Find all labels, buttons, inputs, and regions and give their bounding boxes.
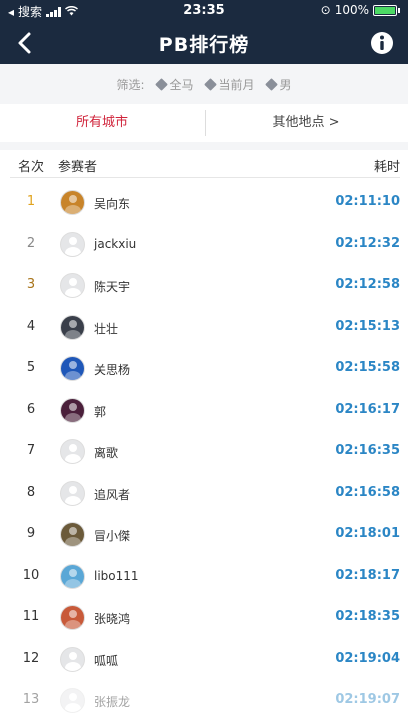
rank-number: 1 <box>26 194 36 209</box>
filter-tag-label: 当前月 <box>218 77 255 92</box>
participant-name: 呱呱 <box>94 653 119 668</box>
table-row[interactable]: 2 jackxiu 02:12:32 <box>10 224 400 266</box>
finish-time: 02:16:35 <box>335 443 400 458</box>
avatar[interactable] <box>60 231 85 257</box>
filter-tag-label: 男 <box>279 77 292 92</box>
header-rank: 名次 <box>18 160 45 175</box>
finish-time: 02:16:58 <box>335 484 400 500</box>
info-icon[interactable] <box>370 31 394 55</box>
page-title: PB排行榜 <box>158 34 250 56</box>
table-row[interactable]: 7 离歌 02:16:35 <box>10 431 400 473</box>
avatar[interactable] <box>60 356 85 381</box>
rank-number: 9 <box>26 526 36 541</box>
table-row[interactable]: 13 张振龙 02:19:07 <box>10 680 400 722</box>
table-row[interactable]: 9 冒小傑 02:18:01 <box>10 514 400 556</box>
rank-number: 2 <box>26 235 36 251</box>
filter-bar[interactable]: 筛选: 全马 当前月 男 <box>0 64 408 104</box>
table-row[interactable]: 10 libo111 02:18:17 <box>10 556 400 598</box>
rank-number: 6 <box>26 401 36 417</box>
tab-all-cities[interactable]: 所有城市 <box>0 104 204 142</box>
filter-tag-period[interactable]: 当前月 <box>203 76 255 93</box>
tab-other-places[interactable]: 其他地点 > <box>204 104 408 142</box>
finish-time: 02:19:07 <box>335 692 400 707</box>
filter-label: 筛选: <box>116 77 145 92</box>
participant-name: 冒小傑 <box>94 529 131 543</box>
rank-number: 12 <box>22 650 40 666</box>
participant-name: 追风者 <box>94 487 131 502</box>
table-row[interactable]: 6 郭 02:16:17 <box>10 390 400 432</box>
orientation-lock-icon: ⊙ <box>320 3 331 17</box>
finish-time: 02:12:58 <box>335 277 400 292</box>
finish-time: 02:12:32 <box>335 235 400 251</box>
section-divider <box>0 142 408 150</box>
rank-number: 4 <box>26 318 36 334</box>
finish-time: 02:19:04 <box>335 650 400 666</box>
rank-number: 8 <box>26 484 36 500</box>
filter-tag-gender[interactable]: 男 <box>264 76 292 93</box>
table-row[interactable]: 3 陈天宇 02:12:58 <box>10 265 400 307</box>
rank-number: 7 <box>26 443 36 458</box>
avatar[interactable] <box>60 439 85 464</box>
filter-tag-distance[interactable]: 全马 <box>154 76 194 93</box>
avatar[interactable] <box>60 314 85 340</box>
nav-bar: PB排行榜 <box>0 22 408 64</box>
header-time: 耗时 <box>373 160 400 175</box>
table-header: 名次 参赛者 耗时 <box>10 150 400 178</box>
tab-divider <box>205 110 206 136</box>
table-row[interactable]: 1 吴向东 02:11:10 <box>10 182 400 224</box>
table-row[interactable]: 4 壮壮 02:15:13 <box>10 307 400 349</box>
battery-percent: 100% <box>334 3 369 17</box>
finish-time: 02:11:10 <box>335 194 400 209</box>
avatar[interactable] <box>60 522 85 547</box>
rank-number: 11 <box>22 609 40 624</box>
participant-name: 陈天宇 <box>94 280 131 294</box>
battery-tip <box>398 7 400 13</box>
participant-name: 郭 <box>94 404 107 419</box>
participant-name: libo111 <box>94 568 139 583</box>
table-row[interactable]: 5 关思杨 02:15:58 <box>10 348 400 390</box>
participant-name: 关思杨 <box>94 363 131 377</box>
status-bar: ◂ 搜索 23:35 ⊙ 100% <box>0 0 408 22</box>
participant-name: jackxiu <box>94 236 137 251</box>
rank-number: 5 <box>26 360 36 375</box>
finish-time: 02:16:17 <box>335 401 400 417</box>
tag-icon <box>264 77 278 91</box>
table-row[interactable]: 11 张晓鸿 02:18:35 <box>10 597 400 639</box>
participant-name: 张振龙 <box>94 695 131 709</box>
avatar[interactable] <box>60 563 85 589</box>
avatar[interactable] <box>60 273 85 298</box>
header-participant: 参赛者 <box>58 160 98 175</box>
participant-name: 壮壮 <box>94 321 119 336</box>
rank-number: 3 <box>26 277 36 292</box>
participant-name: 张晓鸿 <box>94 612 131 626</box>
finish-time: 02:18:17 <box>335 567 400 583</box>
avatar[interactable] <box>60 605 85 630</box>
tag-icon <box>154 77 168 91</box>
finish-time: 02:15:58 <box>335 360 400 375</box>
finish-time: 02:18:01 <box>335 526 400 541</box>
avatar[interactable] <box>60 190 85 215</box>
finish-time: 02:18:35 <box>335 609 400 624</box>
rank-number: 10 <box>22 567 40 583</box>
avatar[interactable] <box>60 646 85 672</box>
city-tabs: 所有城市 其他地点 > <box>0 104 408 142</box>
battery-icon <box>373 4 397 16</box>
status-right: ⊙ 100% <box>321 3 400 17</box>
avatar[interactable] <box>60 688 85 713</box>
finish-time: 02:15:13 <box>335 318 400 334</box>
rank-number: 13 <box>22 692 40 707</box>
participant-name: 离歌 <box>94 446 119 460</box>
avatar[interactable] <box>60 480 85 506</box>
participant-name: 吴向东 <box>94 197 131 211</box>
tag-icon <box>203 77 217 91</box>
table-row[interactable]: 12 呱呱 02:19:04 <box>10 639 400 681</box>
filter-tag-label: 全马 <box>169 77 194 92</box>
avatar[interactable] <box>60 397 85 423</box>
table-row[interactable]: 8 追风者 02:16:58 <box>10 473 400 515</box>
ranking-list: 1 吴向东 02:11:10 2 jackxiu 02:12:32 3 陈天宇 … <box>10 182 400 722</box>
